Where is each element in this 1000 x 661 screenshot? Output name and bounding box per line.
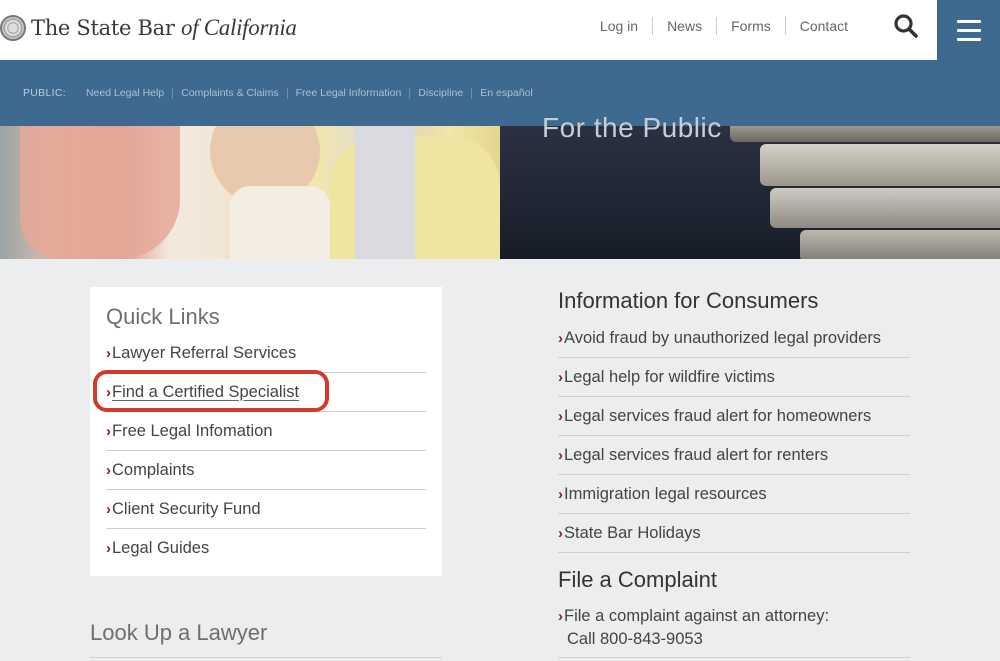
file-complaint-title: File a Complaint (558, 567, 717, 592)
look-up-lawyer-title: Look Up a Lawyer (90, 620, 268, 645)
quick-link-label: Free Legal Infomation (112, 421, 273, 440)
quick-link-label: Complaints (112, 460, 195, 479)
divider (558, 657, 910, 658)
consumer-link-label: Avoid fraud by unauthorized legal provid… (564, 328, 882, 347)
hero-book (800, 230, 1000, 259)
hero-shape (20, 126, 180, 259)
subnav-label: PUBLIC: (23, 87, 66, 99)
chevron-right-icon: › (106, 540, 111, 557)
chevron-right-icon: › (558, 485, 563, 503)
hero-book (730, 126, 1000, 142)
nav-login[interactable]: Log in (586, 17, 654, 35)
consumer-link-homeowners[interactable]: › Legal services fraud alert for homeowne… (558, 397, 910, 436)
quick-link-label: Lawyer Referral Services (112, 343, 297, 362)
hero-banner (0, 126, 1000, 259)
quick-link-free-legal-info[interactable]: › Free Legal Infomation (106, 412, 426, 451)
quick-links-title: Quick Links (106, 304, 220, 329)
hero-shape (355, 126, 415, 259)
subnav-complaints-claims[interactable]: Complaints & Claims (173, 87, 288, 99)
hero-photo-books (500, 126, 1000, 259)
consumer-link-label: Immigration legal resources (564, 484, 767, 503)
search-button[interactable] (888, 10, 924, 42)
complaint-line-1: ›File a complaint against an attorney: (558, 605, 910, 628)
chevron-right-icon: › (558, 329, 563, 347)
subnav-en-espanol[interactable]: En español (472, 87, 541, 99)
hero-photo-people (0, 126, 500, 259)
quick-link-legal-guides[interactable]: › Legal Guides (106, 529, 426, 568)
subnav-need-legal-help[interactable]: Need Legal Help (78, 87, 174, 99)
nav-forms[interactable]: Forms (717, 17, 786, 35)
hero-book (770, 188, 1000, 228)
site-header: The State Bar of California Log in News … (0, 0, 1000, 60)
consumer-link-avoid-fraud[interactable]: › Avoid fraud by unauthorized legal provi… (558, 319, 910, 358)
quick-link-label: Client Security Fund (112, 499, 261, 518)
hero-book (760, 144, 1000, 186)
consumer-link-label: State Bar Holidays (564, 523, 701, 542)
hamburger-bar (956, 37, 981, 41)
chevron-right-icon: › (106, 422, 111, 440)
logo-text: The State Bar of California (31, 15, 297, 40)
complaint-text: File a complaint against an attorney: (564, 607, 830, 625)
consumer-link-label: Legal services fraud alert for homeowner… (564, 406, 872, 425)
consumer-link-label: Legal help for wildfire victims (564, 367, 775, 386)
complaint-link[interactable]: ›File a complaint against an attorney: C… (558, 605, 910, 650)
nav-contact[interactable]: Contact (786, 17, 862, 35)
chevron-right-icon: › (558, 524, 563, 542)
subnav-free-legal-information[interactable]: Free Legal Information (288, 87, 411, 99)
subnav-discipline[interactable]: Discipline (410, 87, 473, 99)
divider (90, 657, 442, 658)
hamburger-menu-icon (956, 19, 981, 23)
chevron-right-icon: › (106, 500, 111, 518)
hero-shape (230, 186, 330, 259)
public-subnav: PUBLIC: Need Legal Help Complaints & Cla… (0, 60, 1000, 126)
search-icon (894, 14, 918, 38)
chevron-right-icon: › (558, 608, 563, 625)
hamburger-menu-button[interactable] (937, 0, 1000, 60)
consumer-link-label: Legal services fraud alert for renters (564, 445, 829, 464)
chevron-right-icon: › (558, 368, 563, 386)
quick-link-complaints[interactable]: › Complaints (106, 451, 426, 490)
chevron-right-icon: › (558, 407, 563, 425)
quick-link-lawyer-referral[interactable]: › Lawyer Referral Services (106, 334, 426, 373)
consumer-link-holidays[interactable]: › State Bar Holidays (558, 514, 910, 553)
quick-link-client-security-fund[interactable]: › Client Security Fund (106, 490, 426, 529)
chevron-right-icon: › (558, 446, 563, 464)
hero-title: For the Public (542, 112, 722, 143)
chevron-right-icon: › (106, 461, 111, 479)
state-bar-seal-icon (0, 15, 26, 41)
complaint-phone: Call 800-843-9053 (567, 630, 703, 648)
top-nav: Log in News Forms Contact (586, 0, 862, 52)
highlight-annotation-circle (93, 370, 329, 412)
quick-link-label: Legal Guides (112, 539, 210, 557)
consumer-link-wildfire[interactable]: › Legal help for wildfire victims (558, 358, 910, 397)
consumer-link-renters[interactable]: › Legal services fraud alert for renters (558, 436, 910, 475)
consumer-link-immigration[interactable]: › Immigration legal resources (558, 475, 910, 514)
nav-news[interactable]: News (653, 17, 718, 35)
hamburger-bar (956, 28, 981, 32)
chevron-right-icon: › (106, 344, 111, 362)
site-logo[interactable]: The State Bar of California (0, 10, 297, 46)
consumers-title: Information for Consumers (558, 288, 819, 313)
